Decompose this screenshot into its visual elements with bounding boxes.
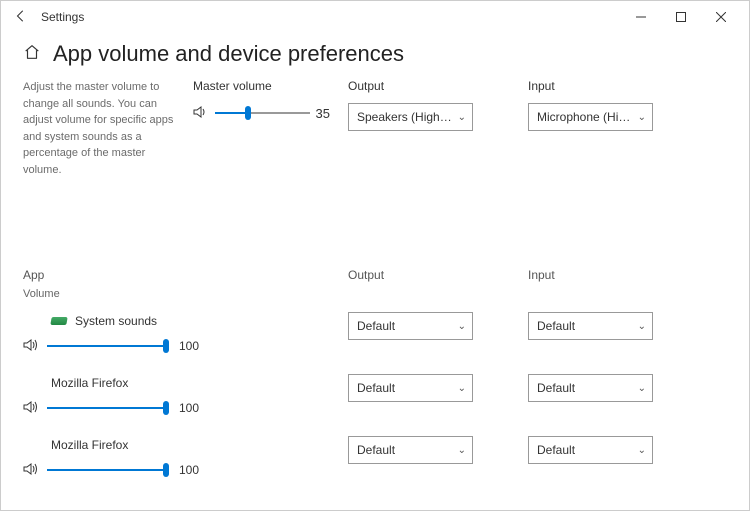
app-input-dropdown[interactable]: Default ⌄ xyxy=(528,374,653,402)
app-name-label: Mozilla Firefox xyxy=(51,438,128,452)
app-input-value: Default xyxy=(537,443,634,457)
master-volume-label: Master volume xyxy=(193,79,348,93)
input-device-value: Microphone (High… xyxy=(537,110,634,124)
app-name: Mozilla Firefox xyxy=(23,438,348,452)
chevron-down-icon: ⌄ xyxy=(638,445,646,456)
app-column-header: App xyxy=(23,268,348,282)
app-output-value: Default xyxy=(357,381,454,395)
home-icon[interactable] xyxy=(23,43,41,66)
speaker-icon xyxy=(23,338,39,355)
master-volume-slider[interactable] xyxy=(215,103,310,123)
app-volume-value: 100 xyxy=(179,339,199,353)
input-device-dropdown[interactable]: Microphone (High… ⌄ xyxy=(528,103,653,131)
close-button[interactable] xyxy=(701,1,741,33)
volume-column-header: Volume xyxy=(23,288,348,300)
chevron-down-icon: ⌄ xyxy=(638,321,646,332)
app-output-dropdown[interactable]: Default ⌄ xyxy=(348,436,473,464)
chevron-down-icon: ⌄ xyxy=(458,383,466,394)
master-volume-value: 35 xyxy=(316,106,348,121)
app-row: Mozilla Firefox 100 Default ⌄ Default ⌄ xyxy=(23,370,727,432)
app-output-dropdown[interactable]: Default ⌄ xyxy=(348,312,473,340)
app-row: System sounds 100 Default ⌄ Default ⌄ xyxy=(23,308,727,370)
app-input-value: Default xyxy=(537,319,634,333)
titlebar: Settings xyxy=(1,1,749,33)
back-button[interactable] xyxy=(9,9,33,26)
app-name-label: System sounds xyxy=(75,314,157,328)
app-input-dropdown[interactable]: Default ⌄ xyxy=(528,436,653,464)
chevron-down-icon: ⌄ xyxy=(458,445,466,456)
app-row: Mozilla Firefox 100 Default ⌄ Default ⌄ xyxy=(23,432,727,494)
app-volume-slider[interactable] xyxy=(47,336,167,356)
app-input-dropdown[interactable]: Default ⌄ xyxy=(528,312,653,340)
app-volume-value: 100 xyxy=(179,463,199,477)
page-title: App volume and device preferences xyxy=(53,41,404,67)
speaker-icon xyxy=(23,400,39,417)
chevron-down-icon: ⌄ xyxy=(638,112,646,123)
app-volume-slider[interactable] xyxy=(47,398,167,418)
system-sounds-icon xyxy=(50,317,67,325)
app-output-value: Default xyxy=(357,319,454,333)
output-label: Output xyxy=(348,79,528,93)
master-description: Adjust the master volume to change all s… xyxy=(23,79,193,178)
output-device-value: Speakers (High Defi… xyxy=(357,110,454,124)
app-output-value: Default xyxy=(357,443,454,457)
app-output-dropdown[interactable]: Default ⌄ xyxy=(348,374,473,402)
input-label: Input xyxy=(528,79,688,93)
page-header: App volume and device preferences xyxy=(1,33,749,79)
app-name-label: Mozilla Firefox xyxy=(51,376,128,390)
chevron-down-icon: ⌄ xyxy=(638,383,646,394)
maximize-button[interactable] xyxy=(661,1,701,33)
chevron-down-icon: ⌄ xyxy=(458,321,466,332)
app-name: System sounds xyxy=(23,314,348,328)
app-volume-slider[interactable] xyxy=(47,460,167,480)
app-volume-value: 100 xyxy=(179,401,199,415)
app-output-header: Output xyxy=(348,268,528,302)
app-input-header: Input xyxy=(528,268,688,302)
minimize-button[interactable] xyxy=(621,1,661,33)
app-input-value: Default xyxy=(537,381,634,395)
speaker-icon xyxy=(193,105,209,122)
chevron-down-icon: ⌄ xyxy=(458,112,466,123)
window-title: Settings xyxy=(41,10,84,24)
output-device-dropdown[interactable]: Speakers (High Defi… ⌄ xyxy=(348,103,473,131)
app-name: Mozilla Firefox xyxy=(23,376,348,390)
speaker-icon xyxy=(23,462,39,479)
